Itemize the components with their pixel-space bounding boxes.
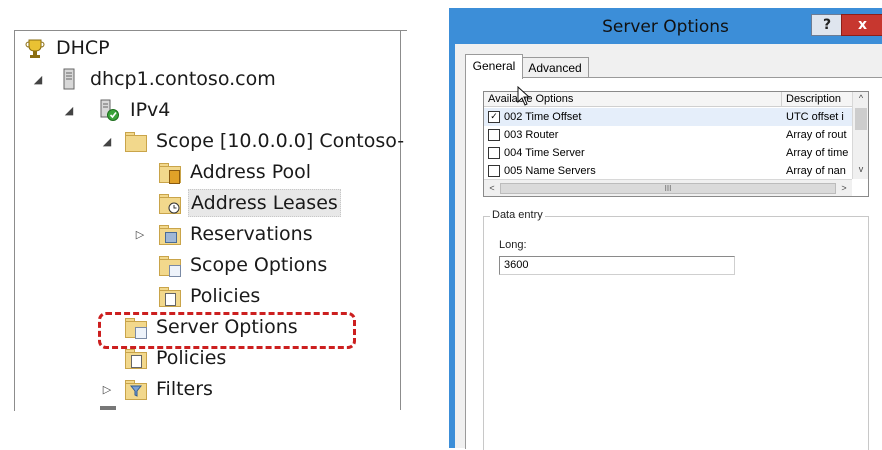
option-description: Array of nan xyxy=(786,165,846,177)
option-row[interactable]: 005 Name Servers Array of nan xyxy=(484,162,852,180)
tab-advanced[interactable]: Advanced xyxy=(521,57,589,78)
tree-label-address-leases: Address Leases xyxy=(188,189,341,217)
tree-node-scope-options[interactable]: Scope Options xyxy=(158,251,329,279)
tree-label-dhcp: DHCP xyxy=(56,37,110,59)
column-header-description[interactable]: Description xyxy=(782,92,852,107)
tree-node-address-leases[interactable]: Address Leases xyxy=(158,189,341,217)
tree-node-ipv4[interactable]: IPv4 xyxy=(98,96,172,124)
tree-pane-divider xyxy=(400,30,401,410)
data-entry-legend: Data entry xyxy=(490,209,545,221)
scroll-up-icon[interactable]: ^ xyxy=(853,93,868,103)
option-checkbox[interactable] xyxy=(488,129,500,141)
vertical-scroll-thumb[interactable] xyxy=(855,108,867,130)
reservations-icon xyxy=(158,223,181,245)
policies-icon xyxy=(158,285,181,307)
option-checkbox[interactable] xyxy=(488,147,500,159)
option-description: Array of time xyxy=(786,147,849,159)
option-row[interactable]: 004 Time Server Array of time xyxy=(484,144,852,162)
expand-arrow-scope-icon[interactable]: ◢ xyxy=(101,135,113,148)
scope-folder-icon xyxy=(124,130,147,152)
filters-icon xyxy=(124,378,147,400)
tree-node-address-pool[interactable]: Address Pool xyxy=(158,158,313,186)
tree-node-filters[interactable]: Filters xyxy=(124,375,215,403)
tree-next-node-edge xyxy=(100,406,116,410)
dialog-client-area: General Advanced Available Options Descr… xyxy=(455,44,882,450)
option-name: 003 Router xyxy=(504,129,559,141)
tree-label-scope: Scope [10.0.0.0] Contoso- xyxy=(156,130,405,152)
tree-label-filters: Filters xyxy=(156,378,213,400)
tree-node-scope[interactable]: Scope [10.0.0.0] Contoso- xyxy=(124,127,406,155)
expand-arrow-ipv4-icon[interactable]: ◢ xyxy=(63,104,75,117)
dhcp-trophy-icon xyxy=(24,37,46,59)
expand-arrow-filters-icon[interactable]: ▷ xyxy=(101,383,113,396)
mouse-pointer-icon xyxy=(517,86,531,106)
vertical-scrollbar[interactable]: ^ v xyxy=(852,92,868,179)
address-leases-clock-icon xyxy=(158,192,181,214)
tree-label-scope-policies: Policies xyxy=(190,285,261,307)
scroll-down-icon[interactable]: v xyxy=(853,164,868,174)
address-pool-icon xyxy=(158,161,181,184)
help-button[interactable]: ? xyxy=(811,14,843,36)
data-entry-group: Data entry Long: 3600 xyxy=(483,209,869,450)
option-name: 005 Name Servers xyxy=(504,165,596,177)
tree-label-scope-options: Scope Options xyxy=(190,254,328,276)
tree-node-server[interactable]: dhcp1.contoso.com xyxy=(58,65,278,93)
tree-label-server: dhcp1.contoso.com xyxy=(90,68,276,90)
server-icon xyxy=(58,68,80,90)
option-row[interactable]: 003 Router Array of rout xyxy=(484,126,852,144)
tree-label-reservations: Reservations xyxy=(190,223,313,245)
server-options-dialog: Server Options ? x General Advanced Avai… xyxy=(449,8,882,450)
option-description: UTC offset i xyxy=(786,111,844,123)
option-row[interactable]: ✓ 002 Time Offset UTC offset i xyxy=(484,108,852,126)
available-options-list[interactable]: Available Options Description ✓ 002 Time … xyxy=(483,91,869,197)
policies-icon xyxy=(124,347,147,369)
tree-label-ipv4: IPv4 xyxy=(130,99,171,121)
tree-label-address-pool: Address Pool xyxy=(190,161,312,183)
expand-arrow-reservations-icon[interactable]: ▷ xyxy=(134,228,146,241)
tree-node-reservations[interactable]: Reservations xyxy=(158,220,315,248)
long-label: Long: xyxy=(499,239,527,251)
scroll-left-icon[interactable]: < xyxy=(484,183,500,193)
tree-label-policies: Policies xyxy=(156,347,227,369)
option-description: Array of rout xyxy=(786,129,847,141)
scroll-right-icon[interactable]: > xyxy=(836,183,852,193)
scope-options-icon xyxy=(158,254,181,277)
long-value-input[interactable]: 3600 xyxy=(499,256,735,275)
tree-node-dhcp[interactable]: DHCP xyxy=(24,34,112,62)
tree-node-policies[interactable]: Policies xyxy=(124,344,228,372)
horizontal-scrollbar[interactable]: < III > xyxy=(484,179,852,196)
option-name: 004 Time Server xyxy=(504,147,585,159)
option-checkbox[interactable]: ✓ xyxy=(488,111,500,123)
general-tab-panel: Available Options Description ✓ 002 Time … xyxy=(465,77,882,450)
option-checkbox[interactable] xyxy=(488,165,500,177)
horizontal-scroll-thumb[interactable]: III xyxy=(500,183,836,194)
tree-node-scope-policies[interactable]: Policies xyxy=(158,282,262,310)
ipv4-ok-icon xyxy=(98,99,120,121)
close-button[interactable]: x xyxy=(841,14,882,36)
option-name: 002 Time Offset xyxy=(504,111,582,123)
expand-arrow-server-icon[interactable]: ◢ xyxy=(32,73,44,86)
tab-general[interactable]: General xyxy=(465,54,523,79)
